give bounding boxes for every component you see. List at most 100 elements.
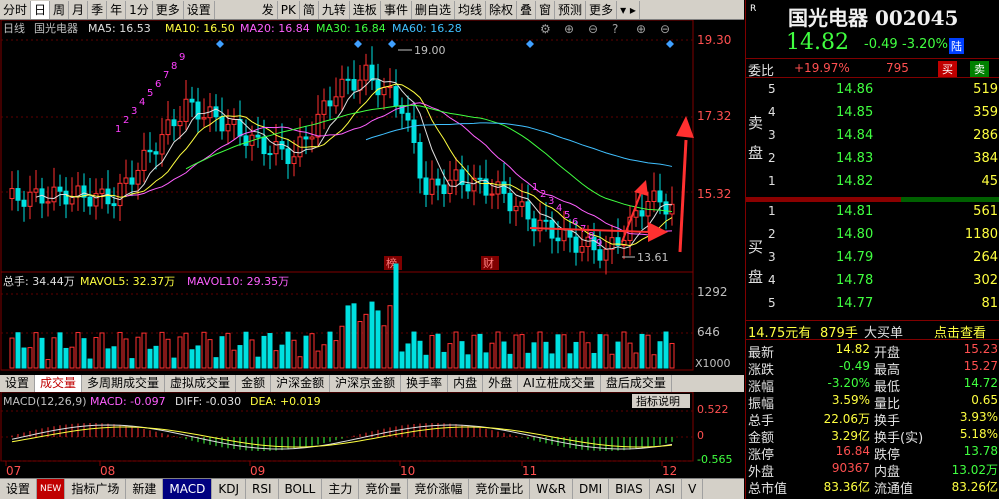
indicator-tab[interactable]: DMI: [573, 479, 610, 499]
indicator-tab[interactable]: RSI: [246, 479, 279, 499]
toolbar-scroll-icon[interactable]: ▾ ▸: [617, 0, 640, 19]
book-row[interactable]: 2 14.83 384: [746, 151, 999, 174]
candle-body: [405, 112, 411, 121]
volume-bar: [477, 333, 483, 369]
stat-value: 90367: [831, 461, 870, 475]
volume-tab[interactable]: AI立桩成交量: [518, 375, 601, 392]
sell-side-label: 卖盘: [748, 114, 764, 162]
indicator-tab[interactable]: 竞价量比: [469, 479, 531, 499]
candle-body: [189, 98, 195, 103]
month-label: 10: [400, 464, 415, 478]
toolbar-item[interactable]: 简: [300, 0, 319, 19]
toolbar-item[interactable]: 预测: [555, 0, 587, 19]
volume-tab[interactable]: 设置: [0, 375, 36, 392]
indicator-tab[interactable]: NEW: [37, 479, 66, 499]
toolbar-item[interactable]: 均线: [455, 0, 486, 19]
trade-info-row[interactable]: 14.75元有 879手 大买单 点击查看: [746, 320, 999, 341]
sell-button[interactable]: 卖: [970, 61, 989, 77]
chart-tool-icon[interactable]: ⊖: [660, 22, 670, 36]
volume-tab[interactable]: 沪深京金额: [330, 375, 402, 392]
toolbar-item[interactable]: 日: [31, 0, 51, 19]
volume-bar: [507, 353, 513, 369]
td-sequence-label: 6: [155, 79, 161, 90]
toolbar-item[interactable]: 窗: [536, 0, 556, 19]
book-row[interactable]: 5 14.86 519: [746, 82, 999, 105]
book-row[interactable]: 1 14.81 561: [746, 204, 999, 227]
volume-tab[interactable]: 外盘: [483, 375, 519, 392]
book-row[interactable]: 4 14.78 302: [746, 273, 999, 296]
toolbar-item[interactable]: 删自选: [412, 0, 455, 19]
toolbar-item[interactable]: 九转: [319, 0, 350, 19]
volume-bar: [417, 340, 423, 369]
toolbar-item[interactable]: 更多: [586, 0, 618, 19]
chart-tool-icon[interactable]: ⊕: [636, 22, 646, 36]
buy-button[interactable]: 买: [938, 61, 957, 77]
toolbar-item[interactable]: 除权: [486, 0, 517, 19]
volume-bar: [45, 359, 51, 369]
indicator-tab[interactable]: W&R: [530, 479, 573, 499]
indicator-tab[interactable]: 指标广场: [65, 479, 127, 499]
trade-link[interactable]: 点击查看: [934, 322, 986, 341]
book-row[interactable]: 1 14.82 45: [746, 174, 999, 197]
toolbar-item[interactable]: 连板: [350, 0, 381, 19]
indicator-tab[interactable]: MACD: [163, 479, 213, 499]
indicator-tab[interactable]: 主力: [322, 479, 360, 499]
kline-chart-area[interactable]: 日线 国光电器 MA5: 16.53 MA10: 16.50 MA20: 16.84 MA…: [0, 19, 744, 478]
indicator-tab[interactable]: KDJ: [212, 479, 247, 499]
book-row[interactable]: 3 14.79 264: [746, 250, 999, 273]
chart-tool-icon[interactable]: ⊕: [564, 22, 574, 36]
stat-row: 最新 14.82 开盘 15.23: [746, 342, 999, 361]
indicator-tab[interactable]: 竞价涨幅: [408, 479, 470, 499]
chart-tool-icon[interactable]: ?: [612, 22, 618, 36]
book-row[interactable]: 3 14.84 286: [746, 128, 999, 151]
indicator-tab[interactable]: ASI: [650, 479, 683, 499]
volume-tab[interactable]: 内盘: [448, 375, 484, 392]
volume-tab[interactable]: 金额: [236, 375, 272, 392]
kline-chart-svg[interactable]: 日线 国光电器 MA5: 16.53 MA10: 16.50 MA20: 16.84 MA…: [0, 19, 744, 478]
volume-tab[interactable]: 多周期成交量: [82, 375, 166, 392]
chart-tool-icon[interactable]: ⊖: [588, 22, 598, 36]
indicator-tab[interactable]: BOLL: [279, 479, 323, 499]
book-volume: 302: [973, 273, 998, 288]
toolbar-item[interactable]: 年: [107, 0, 127, 19]
toolbar-item[interactable]: 设置: [184, 0, 215, 19]
candle-body: [303, 136, 309, 140]
volume-tab[interactable]: 沪深金额: [271, 375, 331, 392]
toolbar-item[interactable]: 季: [88, 0, 108, 19]
volume-bar: [75, 332, 81, 369]
book-row[interactable]: 5 14.77 81: [746, 296, 999, 319]
toolbar-item[interactable]: 更多: [153, 0, 184, 19]
stat-value: 13.02万: [951, 463, 998, 477]
volume-bar: [459, 341, 465, 369]
indicator-tab[interactable]: BIAS: [609, 479, 650, 499]
toolbar-item[interactable]: 叠: [517, 0, 537, 19]
stat-row: 涨幅 -3.20% 最低 14.72: [746, 376, 999, 395]
stat-row: 金额 3.29亿 换手(实) 5.18%: [746, 427, 999, 446]
book-volume: 286: [973, 128, 998, 143]
volume-tab[interactable]: 换手率: [401, 375, 449, 392]
chart-tool-icon[interactable]: ⚙: [540, 22, 551, 36]
toolbar-item[interactable]: 周: [50, 0, 70, 19]
signal-diamond: [216, 40, 224, 48]
volume-tab[interactable]: 盘后成交量: [601, 375, 672, 392]
toolbar-item[interactable]: 分时: [0, 0, 32, 19]
toolbar-item[interactable]: 月: [69, 0, 89, 19]
indicator-tab[interactable]: 设置: [0, 479, 38, 499]
toolbar-item[interactable]: PK: [278, 0, 300, 19]
volume-bar: [543, 341, 549, 369]
indicator-tab[interactable]: 新建: [126, 479, 164, 499]
candles: [9, 46, 675, 275]
volume-bar: [219, 336, 225, 369]
volume-tab[interactable]: 虚拟成交量: [165, 375, 237, 392]
toolbar-item[interactable]: 1分: [126, 0, 153, 19]
toolbar-item[interactable]: 发: [259, 0, 278, 19]
candle-body: [603, 248, 609, 261]
book-row[interactable]: 2 14.80 1180: [746, 227, 999, 250]
indicator-tab[interactable]: V: [682, 479, 704, 499]
stat-label: 总市值: [748, 482, 788, 497]
volume-tab[interactable]: 成交量: [35, 375, 83, 392]
indicator-tab[interactable]: 竞价量: [359, 479, 409, 499]
book-row[interactable]: 4 14.85 359: [746, 105, 999, 128]
toolbar-item[interactable]: 事件: [381, 0, 412, 19]
stat-value: 3.93%: [959, 410, 998, 424]
